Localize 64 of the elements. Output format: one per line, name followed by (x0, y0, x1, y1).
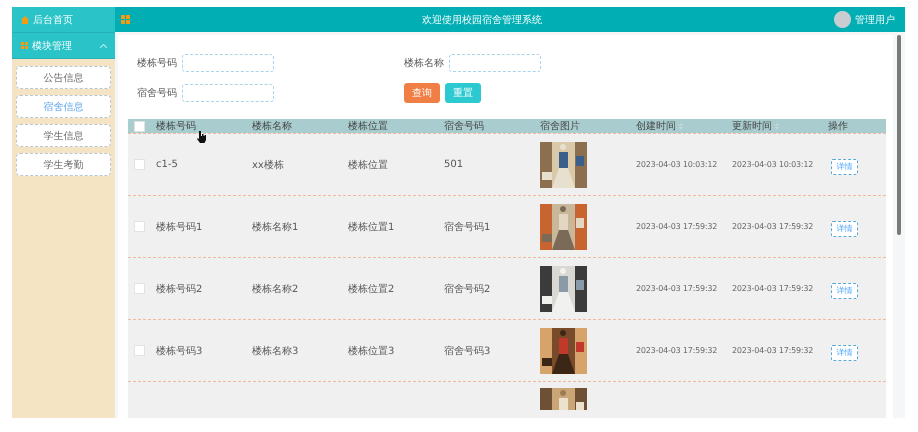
column-header: 宿舍图片 (540, 120, 581, 133)
hand-cursor-icon (197, 131, 206, 143)
system-title: 欢迎使用校园宿舍管理系统 (421, 14, 543, 26)
table-cell-text: 2023-04-03 10:03:12 (732, 160, 814, 169)
table-cell-text: 楼栋名称2 (252, 282, 300, 296)
reset-button[interactable]: 重置 (445, 83, 481, 103)
user-name[interactable]: 管理用户 (855, 12, 895, 26)
column-header: 楼栋名称 (252, 120, 293, 133)
table-cell-text: 2023-04-03 10:03:12 (636, 160, 718, 169)
table-cell-text: 2023-04-03 17:59:32 (636, 284, 718, 293)
sidebar-item[interactable]: 学生信息 (16, 124, 111, 147)
grid-icon (121, 15, 130, 24)
checkbox[interactable] (134, 221, 145, 232)
field-label: 楼栋号码 (137, 56, 177, 70)
input-field[interactable] (182, 54, 274, 72)
detail-button[interactable]: 详情 (831, 220, 858, 237)
detail-button[interactable]: 详情 (831, 282, 858, 299)
menu-group[interactable]: 模块管理 (12, 33, 115, 59)
table-cell-text: 楼栋号码2 (156, 282, 204, 296)
checkbox[interactable] (134, 345, 145, 356)
column-header: 楼栋号码 (156, 120, 197, 133)
input-field[interactable] (182, 84, 274, 102)
column-header: 操作 (828, 120, 849, 133)
detail-button[interactable]: 详情 (831, 158, 858, 175)
table-cell-text: 楼栋位置2 (348, 282, 396, 296)
column-header[interactable]: 更新时间 (732, 119, 828, 133)
field-label: 宿舍号码 (137, 86, 177, 100)
table-cell-text: 2023-04-03 17:59:32 (732, 222, 814, 231)
chevron-icon (100, 44, 107, 48)
home-menu-item[interactable]: 后台首页 (12, 7, 115, 33)
search-button[interactable]: 查询 (404, 83, 440, 103)
column-header[interactable]: 创建时间 (636, 119, 732, 133)
field-label: 楼栋名称 (404, 56, 444, 70)
scrollbar[interactable] (897, 35, 901, 235)
sidebar-item[interactable]: 学生考勤 (16, 153, 111, 176)
checkbox[interactable] (134, 120, 145, 132)
checkbox[interactable] (134, 159, 145, 170)
table-cell-text: xx楼栋 (252, 158, 285, 172)
table-cell-text: 501 (444, 159, 464, 170)
sidebar-item[interactable]: 公告信息 (16, 66, 111, 89)
table-cell-text: 2023-04-03 17:59:32 (636, 222, 718, 231)
table-cell-text: 楼栋名称1 (252, 220, 300, 234)
column-header: 宿舍号码 (444, 120, 485, 133)
grid-icon (21, 42, 28, 49)
column-header: 楼栋位置 (348, 120, 389, 133)
table-cell-text: 2023-04-03 17:59:32 (732, 346, 814, 355)
table-cell-text: 楼栋位置 (348, 158, 389, 172)
table-cell-text: 2023-04-03 17:59:32 (636, 346, 718, 355)
checkbox[interactable] (134, 283, 145, 294)
table-cell-text: 宿舍号码1 (444, 220, 492, 234)
home-icon (21, 16, 29, 24)
table-cell-text: 2023-04-03 17:59:32 (732, 284, 814, 293)
input-field[interactable] (449, 54, 541, 72)
table-cell-text: 楼栋名称3 (252, 344, 300, 358)
table-cell-text: 楼栋号码3 (156, 344, 204, 358)
table-cell-text: 楼栋位置3 (348, 344, 396, 358)
table-cell-text: c1-5 (156, 159, 179, 170)
table-cell-text: 楼栋号码1 (156, 220, 204, 234)
table-cell-text: 宿舍号码3 (444, 344, 492, 358)
sidebar-item[interactable]: 宿舍信息 (16, 95, 111, 118)
table-cell-text: 楼栋位置1 (348, 220, 396, 234)
table-cell-text: 宿舍号码2 (444, 282, 492, 296)
detail-button[interactable]: 详情 (831, 344, 858, 361)
avatar[interactable] (834, 11, 851, 28)
